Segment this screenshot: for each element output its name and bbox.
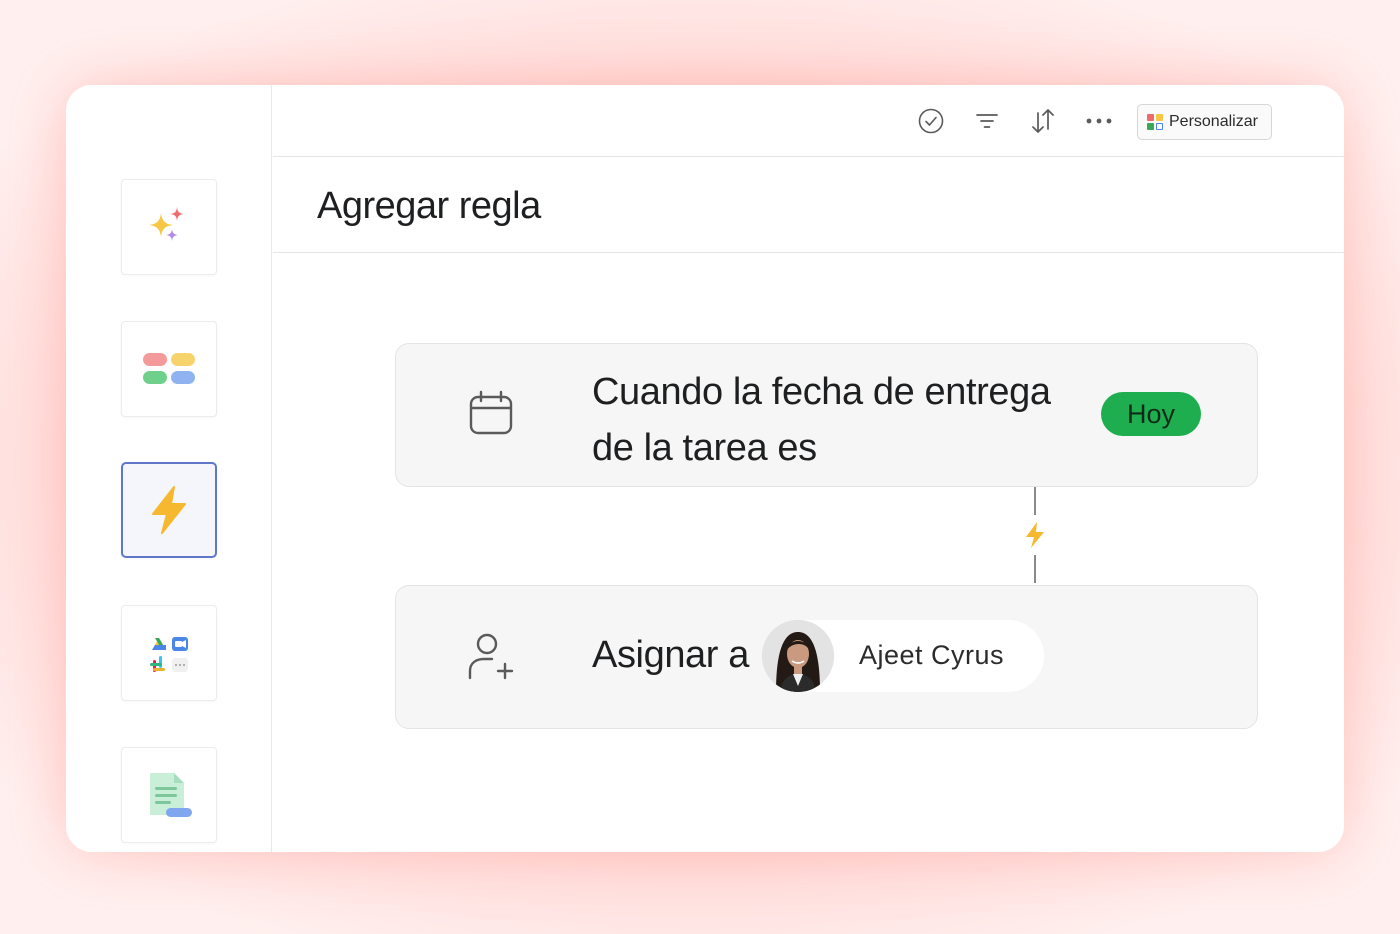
sidebar-item-views[interactable] — [121, 321, 217, 417]
trigger-value-pill[interactable]: Hoy — [1101, 392, 1201, 436]
connector-line-top — [1034, 487, 1036, 515]
sort-button[interactable] — [1029, 107, 1057, 135]
trigger-icon-wrap — [466, 389, 516, 439]
lightning-bolt-icon — [1026, 522, 1044, 548]
avatar — [762, 620, 834, 692]
rule-header: Agregar regla — [273, 157, 1344, 253]
sidebar-item-forms[interactable] — [121, 747, 217, 843]
calendar-icon — [469, 390, 513, 435]
integrations-icon — [150, 637, 188, 672]
toolbar: Personalizar — [273, 85, 1344, 157]
lightning-bolt-icon — [152, 486, 186, 534]
sidebar-item-rules[interactable] — [121, 462, 217, 558]
sparkles-icon — [149, 207, 184, 241]
personalize-label: Personalizar — [1169, 113, 1258, 130]
assignee-chip[interactable]: Ajeet Cyrus — [762, 620, 1044, 692]
person-avatar-icon — [762, 620, 834, 692]
sort-icon — [1032, 109, 1054, 133]
action-text: Asignar a — [592, 634, 749, 676]
action-icon-wrap — [466, 631, 516, 681]
connector-bolt-wrap — [1023, 521, 1047, 549]
check-circle-icon — [918, 108, 944, 134]
trigger-text: Cuando la fecha de entrega de la tarea e… — [592, 371, 1051, 469]
trigger-card[interactable]: Cuando la fecha de entrega de la tarea e… — [395, 343, 1258, 487]
page-title: Agregar regla — [317, 185, 541, 227]
action-card[interactable]: Asignar a Ajeet Cyrus — [395, 585, 1258, 729]
views-pills-icon — [143, 353, 195, 384]
personalize-grid-icon — [1147, 114, 1163, 130]
filter-button[interactable] — [973, 107, 1001, 135]
sidebar-item-ai[interactable] — [121, 179, 217, 275]
mark-complete-button[interactable] — [917, 107, 945, 135]
form-document-icon — [150, 773, 192, 817]
sidebar — [66, 85, 272, 852]
assignee-name: Ajeet Cyrus — [859, 640, 1005, 670]
more-options-button[interactable] — [1085, 107, 1113, 135]
connector-line-bottom — [1034, 555, 1036, 583]
more-icon — [1086, 118, 1112, 124]
app-window: Personalizar Agregar regla Cuando la fec… — [66, 85, 1344, 852]
sidebar-item-apps[interactable] — [121, 605, 217, 701]
personalize-button[interactable]: Personalizar — [1137, 104, 1272, 140]
main-panel: Personalizar Agregar regla Cuando la fec… — [273, 85, 1344, 852]
add-user-icon — [468, 633, 514, 680]
filter-icon — [976, 114, 998, 128]
